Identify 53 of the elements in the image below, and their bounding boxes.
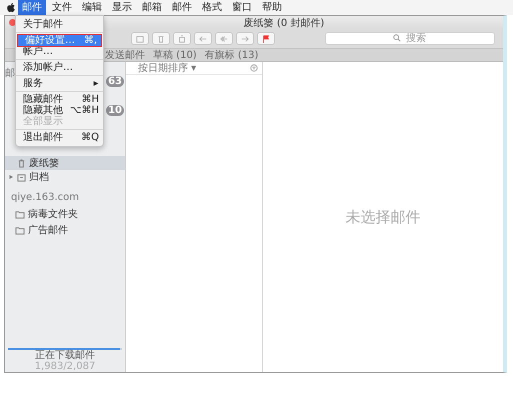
archive-button[interactable]: [131, 32, 149, 45]
menu-item[interactable]: 隐藏邮件 ⌘H: [16, 94, 103, 105]
window-title: 废纸篓 (0 封邮件): [244, 16, 324, 30]
archive-icon: [17, 172, 26, 182]
menu-item[interactable]: 关于邮件: [16, 19, 103, 30]
archive-icon: [136, 34, 144, 42]
filter-icon: [250, 64, 258, 72]
activity-label: 正在下载邮件: [34, 350, 96, 361]
menu-bar-item[interactable]: 格式: [198, 0, 226, 15]
reply-all-button[interactable]: [215, 32, 233, 45]
menu-bar-item[interactable]: 窗口: [228, 0, 256, 15]
menu-bar-item[interactable]: 帮助: [258, 0, 286, 15]
unread-count: 63: [106, 76, 124, 87]
unread-count: 10: [106, 105, 124, 116]
sidebar-item[interactable]: 废纸篓: [5, 156, 125, 170]
bin-icon: [178, 34, 186, 42]
search-field[interactable]: 搜索: [325, 32, 495, 45]
sidebar-heading: 邮: [5, 66, 15, 80]
menu-item[interactable]: 隐藏其他 ⌥⌘H: [16, 105, 103, 116]
reply-button[interactable]: [194, 32, 212, 45]
empty-message: 未选择邮件: [346, 208, 420, 226]
favorites-item[interactable]: 草稿 (10): [153, 48, 197, 62]
flag-button[interactable]: [257, 32, 275, 45]
menu-item[interactable]: 服务: [16, 78, 103, 89]
forward-button[interactable]: [236, 32, 254, 45]
menu-bar-item[interactable]: 显示: [108, 0, 136, 15]
menu-item[interactable]: 退出邮件 ⌘Q: [16, 132, 103, 143]
account-heading: qiye.163.com: [10, 191, 80, 205]
menu-bar-item[interactable]: 文件: [48, 0, 76, 15]
menu-item[interactable]: 偏好设置… ⌘,: [18, 35, 101, 46]
menu-bar-item[interactable]: 邮件: [168, 0, 196, 15]
activity-count: 1,983/2,087: [34, 361, 96, 372]
search-icon: [393, 34, 401, 42]
sort-menu[interactable]: 按日期排序 ▾: [138, 61, 196, 75]
favorites-item[interactable]: 有旗标 (13): [204, 48, 258, 62]
menu-item[interactable]: 添加帐户…: [16, 62, 103, 73]
delete-button[interactable]: [152, 32, 170, 45]
favorites-item[interactable]: 发送邮件: [105, 48, 145, 62]
reply-all-icon: [220, 34, 228, 42]
apple-icon: [6, 2, 16, 13]
trash-icon: [17, 158, 26, 168]
forward-icon: [241, 34, 249, 42]
sidebar-item[interactable]: 归档: [5, 170, 125, 184]
menu-bar-item[interactable]: 邮箱: [138, 0, 166, 15]
trash-icon: [157, 34, 165, 42]
menu-bar-item[interactable]: 邮件: [18, 0, 46, 15]
flag-icon: [262, 34, 270, 42]
reply-icon: [199, 34, 207, 42]
sidebar-item[interactable]: 广告邮件: [5, 222, 125, 238]
junk-button[interactable]: [173, 32, 191, 45]
disclosure-triangle-icon: [9, 174, 14, 180]
sidebar-item[interactable]: 病毒文件夹: [5, 206, 125, 222]
menu-bar-item[interactable]: 编辑: [78, 0, 106, 15]
